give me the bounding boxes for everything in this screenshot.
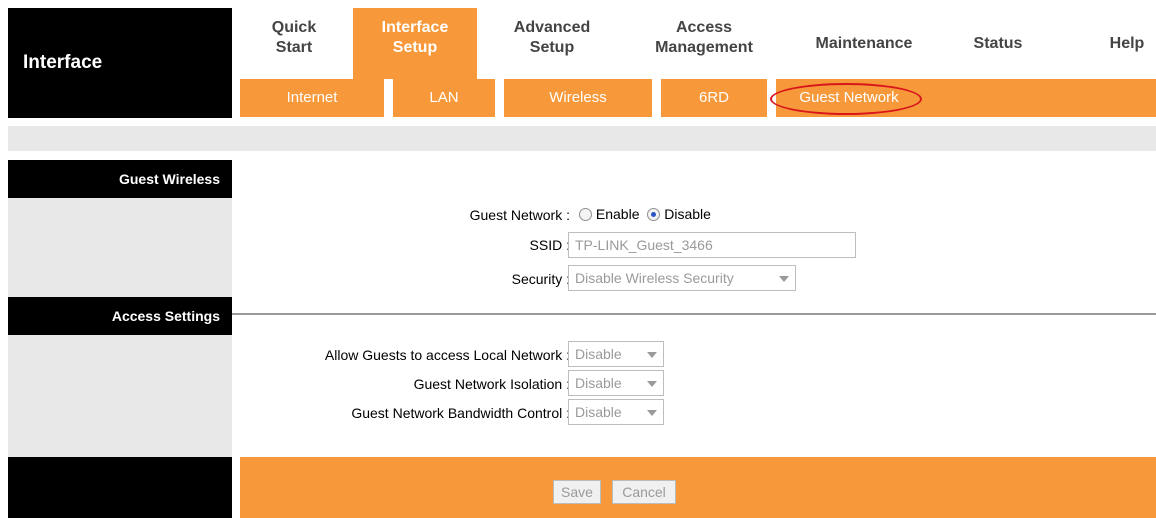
save-button[interactable]: Save — [553, 480, 601, 504]
isolation-label: Guest Network Isolation : — [413, 376, 570, 392]
tab-quick-start-line1: Quick — [271, 19, 317, 36]
subtab-separator — [384, 79, 393, 117]
subtab-separator — [652, 79, 661, 117]
footer-bar — [240, 457, 1156, 518]
tab-status[interactable]: Status — [943, 8, 1053, 79]
section-divider — [232, 313, 1156, 315]
disable-radio-label: Disable — [664, 206, 711, 222]
footer-left — [8, 457, 232, 518]
tab-advanced-setup-line2: Setup — [529, 39, 575, 56]
tab-maintenance[interactable]: Maintenance — [788, 8, 940, 79]
section-heading-guest-wireless: Guest Wireless — [8, 160, 232, 198]
subtab-separator — [767, 79, 776, 117]
bandwidth-label: Guest Network Bandwidth Control : — [351, 405, 570, 421]
subtab-guest-network[interactable]: Guest Network — [776, 79, 922, 117]
tab-interface-setup[interactable]: Interface Setup — [353, 8, 477, 79]
chevron-down-icon — [647, 410, 657, 416]
isolation-select[interactable]: Disable — [568, 370, 664, 396]
tab-quick-start[interactable]: Quick Start — [240, 8, 348, 79]
chevron-down-icon — [779, 276, 789, 282]
ssid-input[interactable]: TP-LINK_Guest_3466 — [568, 232, 856, 258]
subtab-lan[interactable]: LAN — [393, 79, 495, 117]
tab-maintenance-label: Maintenance — [815, 34, 913, 52]
enable-radio[interactable] — [579, 208, 592, 221]
tab-status-label: Status — [973, 34, 1023, 52]
bandwidth-select[interactable]: Disable — [568, 399, 664, 425]
tab-help[interactable]: Help — [1098, 8, 1156, 79]
subtab-internet[interactable]: Internet — [240, 79, 384, 117]
tab-interface-setup-line1: Interface — [381, 19, 449, 36]
chevron-down-icon — [647, 381, 657, 387]
router-admin-page: Interface Quick Start Interface Setup Ad… — [8, 8, 1156, 518]
sub-nav: Internet LAN Wireless 6RD Guest Network — [240, 79, 1156, 117]
cancel-button[interactable]: Cancel — [612, 480, 676, 504]
subtab-separator — [495, 79, 504, 117]
brand-title: Interface — [23, 52, 103, 73]
bandwidth-select-value: Disable — [575, 404, 622, 420]
main-nav: Quick Start Interface Setup Advanced Set… — [240, 8, 1156, 79]
subtab-6rd[interactable]: 6RD — [661, 79, 767, 117]
enable-radio-label: Enable — [595, 206, 640, 222]
tab-access-management-line1: Access — [675, 19, 733, 36]
header-gray-band — [8, 126, 1156, 151]
tab-access-management[interactable]: Access Management — [624, 8, 784, 79]
disable-radio[interactable] — [647, 208, 661, 221]
tab-advanced-setup[interactable]: Advanced Setup — [483, 8, 621, 79]
isolation-select-value: Disable — [575, 375, 622, 391]
local-network-select-value: Disable — [575, 346, 622, 362]
section-heading-access-settings: Access Settings — [8, 297, 232, 335]
guest-network-label: Guest Network : — [469, 207, 570, 223]
brand-panel: Interface — [8, 8, 232, 118]
security-label: Security : — [511, 271, 570, 287]
subtab-wireless[interactable]: Wireless — [504, 79, 652, 117]
local-network-select[interactable]: Disable — [568, 341, 664, 367]
tab-advanced-setup-line1: Advanced — [513, 19, 591, 36]
security-select-value: Disable Wireless Security — [575, 270, 734, 286]
security-select[interactable]: Disable Wireless Security — [568, 265, 796, 291]
guest-network-radio-group: Enable Disable — [579, 206, 711, 222]
tab-quick-start-line2: Start — [275, 39, 313, 56]
local-network-label: Allow Guests to access Local Network : — [324, 347, 570, 363]
chevron-down-icon — [647, 352, 657, 358]
tab-help-label: Help — [1109, 34, 1145, 52]
tab-interface-setup-line2: Setup — [392, 39, 438, 56]
tab-access-management-line2: Management — [655, 39, 753, 56]
ssid-label: SSID : — [529, 237, 570, 253]
